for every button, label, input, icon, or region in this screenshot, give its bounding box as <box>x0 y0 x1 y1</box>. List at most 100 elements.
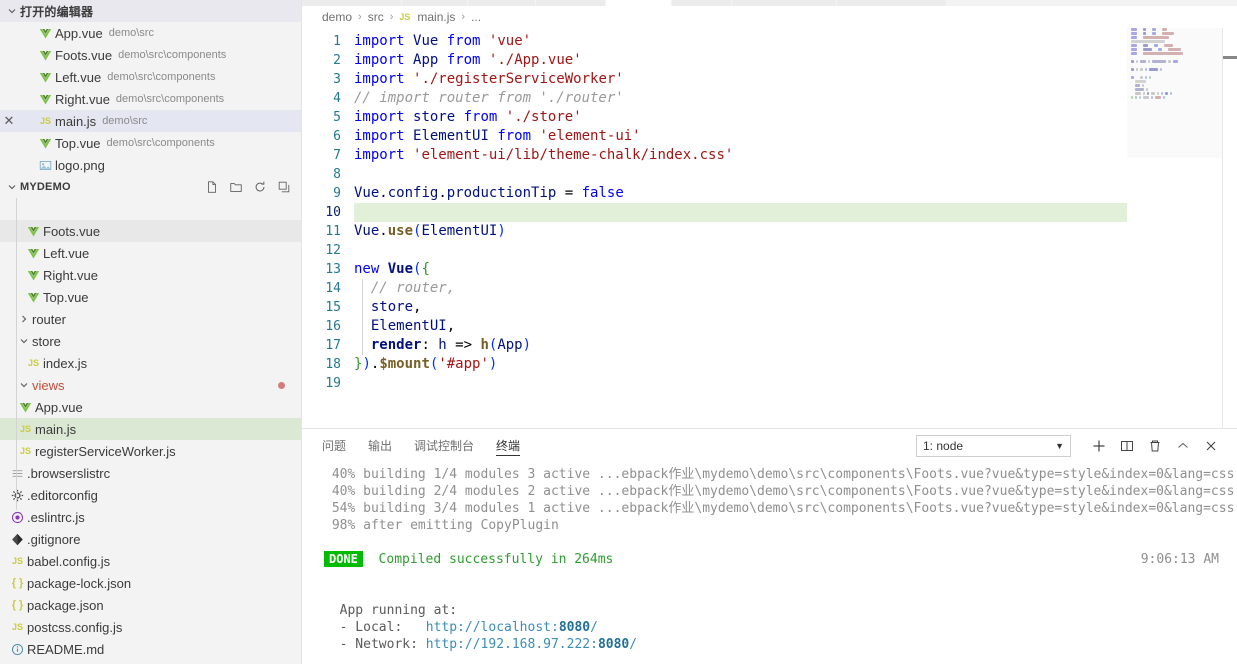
refresh-icon[interactable] <box>251 178 269 196</box>
new-file-icon[interactable] <box>203 178 221 196</box>
code-token: h <box>438 337 447 353</box>
terminal-port[interactable]: 8080 <box>598 637 629 652</box>
file-item-app-vue[interactable]: App.vue <box>0 396 301 418</box>
close-icon[interactable]: ✕ <box>0 112 18 130</box>
breadcrumb-item-2[interactable]: main.js <box>417 10 455 24</box>
line-content: Vue.config.productionTip = false <box>354 184 1237 203</box>
terminal-line: 40% building 1/4 modules 3 active ...ebp… <box>324 466 1237 483</box>
open-editor-item-left-vue[interactable]: Left.vue demo\src\components <box>0 66 301 88</box>
code-line-11[interactable]: 11 Vue.use(ElementUI) <box>302 222 1237 241</box>
panel-actions: 1: node ▼ <box>916 434 1237 458</box>
file-item-foots-vue[interactable]: Foots.vue <box>0 220 301 242</box>
line-content: import App from './App.vue' <box>354 51 1237 70</box>
chevron-right-icon[interactable] <box>16 311 32 327</box>
code-line-14[interactable]: 14 // router, <box>302 279 1237 298</box>
tab-debug-console[interactable]: 调试控制台 <box>414 429 474 462</box>
file-item-postcss-config-js[interactable]: JS postcss.config.js <box>0 616 301 638</box>
file-item-babel-config-js[interactable]: JS babel.config.js <box>0 550 301 572</box>
code-line-9[interactable]: 9 Vue.config.productionTip = false <box>302 184 1237 203</box>
code-line-15[interactable]: 15 store, <box>302 298 1237 317</box>
code-token: './store' <box>505 109 582 125</box>
breadcrumb-item-3[interactable]: ... <box>471 10 481 24</box>
code-line-1[interactable]: 1 import Vue from 'vue' <box>302 32 1237 51</box>
file-item--editorconfig[interactable]: .editorconfig <box>0 484 301 506</box>
tab-terminal[interactable]: 终端 <box>496 429 521 462</box>
file-item--gitignore[interactable]: .gitignore <box>0 528 301 550</box>
terminal-line: - Local: http://localhost:8080/ <box>324 619 1237 636</box>
js-icon: JS <box>399 12 411 22</box>
collapse-all-icon[interactable] <box>275 178 293 196</box>
tab-output[interactable]: 输出 <box>368 429 392 462</box>
kill-terminal-icon[interactable] <box>1141 434 1169 458</box>
code-line-6[interactable]: 6 import ElementUI from 'element-ui' <box>302 127 1237 146</box>
file-item-main-js[interactable]: JS main.js <box>0 418 301 440</box>
terminal-text: 40% building 2/4 modules 2 active ...ebp… <box>324 484 1235 499</box>
terminal-selector[interactable]: 1: node ▼ <box>916 434 1071 457</box>
file-item-left-vue[interactable]: Left.vue <box>0 242 301 264</box>
open-editor-path: demo\src\components <box>115 93 225 105</box>
line-content: render: h => h(App) <box>354 336 1237 355</box>
split-terminal-icon[interactable] <box>1113 434 1141 458</box>
code-line-4[interactable]: 4 // import router from './router' <box>302 89 1237 108</box>
code-line-2[interactable]: 2 import App from './App.vue' <box>302 51 1237 70</box>
tab-problems[interactable]: 问题 <box>322 429 346 462</box>
folder-item-store[interactable]: store <box>0 330 301 352</box>
file-item-top-vue[interactable]: Top.vue <box>0 286 301 308</box>
code-token: import <box>354 33 405 49</box>
code-token: store <box>370 299 414 315</box>
terminal-port[interactable]: 8080 <box>559 620 590 635</box>
code-line-5[interactable]: 5 import store from './store' <box>302 108 1237 127</box>
code-token: 'element-ui' <box>539 128 641 144</box>
new-folder-icon[interactable] <box>227 178 245 196</box>
folder-item-views[interactable]: views <box>0 374 301 396</box>
code-line-16[interactable]: 16 ElementUI, <box>302 317 1237 336</box>
maximize-panel-icon[interactable] <box>1169 434 1197 458</box>
terminal-url[interactable]: http://192.168.97.222: <box>426 637 598 652</box>
code-line-13[interactable]: 13 new Vue({ <box>302 260 1237 279</box>
open-editor-path: demo\src\components <box>118 49 227 61</box>
code-line-12[interactable]: 12 <box>302 241 1237 260</box>
open-editor-item-logo-png[interactable]: logo.png <box>0 154 301 176</box>
open-editor-item-foots-vue[interactable]: Foots.vue demo\src\components <box>0 44 301 66</box>
code-line-7[interactable]: 7 import 'element-ui/lib/theme-chalk/inde… <box>302 146 1237 165</box>
file-item-registerserviceworker-js[interactable]: JS registerServiceWorker.js <box>0 440 301 462</box>
file-item-readme-md[interactable]: README.md <box>0 638 301 660</box>
file-item-index-js[interactable]: JS index.js <box>0 352 301 374</box>
file-item--eslintrc-js[interactable]: .eslintrc.js <box>0 506 301 528</box>
breadcrumb-item-0[interactable]: demo <box>322 10 352 24</box>
terminal-url[interactable]: http://localhost: <box>426 620 559 635</box>
open-editor-item-right-vue[interactable]: Right.vue demo\src\components <box>0 88 301 110</box>
open-editors-header[interactable]: 打开的编辑器 <box>0 0 301 22</box>
code-lines[interactable]: 1 import Vue from 'vue' 2 import App from '… <box>302 28 1237 428</box>
chevron-down-icon[interactable] <box>4 179 20 195</box>
breadcrumb-item-1[interactable]: src <box>368 10 384 24</box>
explorer-header[interactable]: MYDEMO <box>0 176 301 198</box>
chevron-down-icon[interactable] <box>16 377 32 393</box>
code-editor[interactable]: 1 import Vue from 'vue' 2 import App from '… <box>302 28 1237 428</box>
close-panel-icon[interactable] <box>1197 434 1225 458</box>
file-item-right-vue[interactable]: Right.vue <box>0 264 301 286</box>
terminal-url-suffix[interactable]: / <box>629 637 637 652</box>
chevron-down-icon[interactable] <box>4 3 20 19</box>
minimap[interactable] <box>1127 28 1223 428</box>
editor-vertical-scrollbar[interactable] <box>1223 28 1237 428</box>
open-editor-name: main.js <box>55 113 97 129</box>
chevron-down-icon[interactable] <box>16 333 32 349</box>
add-terminal-icon[interactable] <box>1085 434 1113 458</box>
open-editor-item-main-js[interactable]: ✕ JS main.js demo\src <box>0 110 301 132</box>
code-line-3[interactable]: 3 import './registerServiceWorker' <box>302 70 1237 89</box>
terminal-scrollbar[interactable] <box>1223 429 1237 664</box>
open-editor-item-top-vue[interactable]: Top.vue demo\src\components <box>0 132 301 154</box>
code-line-19[interactable]: 19 <box>302 374 1237 393</box>
terminal-output[interactable]: 40% building 1/4 modules 3 active ...ebp… <box>302 462 1237 664</box>
file-item-package-json[interactable]: { } package.json <box>0 594 301 616</box>
code-line-8[interactable]: 8 <box>302 165 1237 184</box>
code-line-17[interactable]: 17 render: h => h(App) <box>302 336 1237 355</box>
folder-item-router[interactable]: router <box>0 308 301 330</box>
code-line-18[interactable]: 18}).$mount('#app') <box>302 355 1237 374</box>
line-number: 11 <box>325 224 341 239</box>
open-editor-item-app-vue[interactable]: App.vue demo\src <box>0 22 301 44</box>
terminal-url-suffix[interactable]: / <box>590 620 598 635</box>
file-item--browserslistrc[interactable]: .browserslistrc <box>0 462 301 484</box>
file-item-package-lock-json[interactable]: { } package-lock.json <box>0 572 301 594</box>
